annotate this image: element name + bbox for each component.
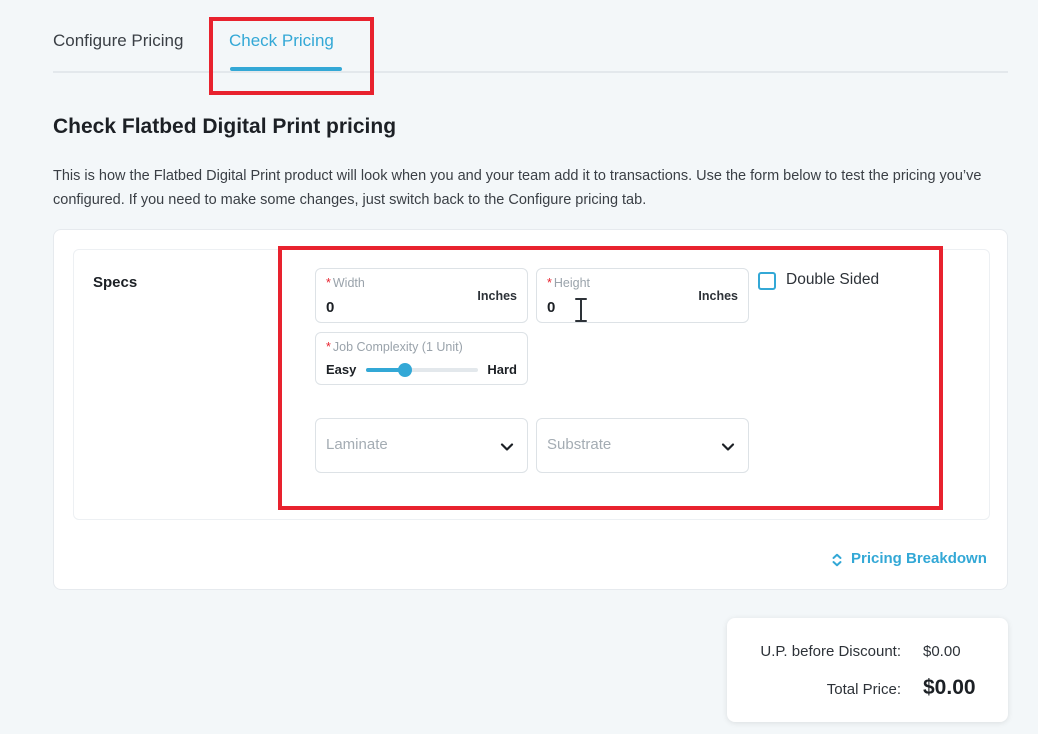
required-marker: * xyxy=(326,276,331,290)
height-input-value[interactable]: 0 xyxy=(547,299,555,316)
required-marker: * xyxy=(547,276,552,290)
slider-max-label: Hard xyxy=(487,362,517,377)
width-label: * Width xyxy=(326,276,365,290)
height-unit: Inches xyxy=(698,289,738,303)
check-pricing-page: Configure Pricing Check Pricing Check Fl… xyxy=(0,0,1038,734)
job-complexity-field: * Job Complexity (1 Unit) Easy Hard xyxy=(315,332,528,385)
text-cursor-icon xyxy=(575,298,587,322)
substrate-placeholder: Substrate xyxy=(547,436,612,453)
tab-check-pricing[interactable]: Check Pricing xyxy=(229,31,334,51)
slider-thumb[interactable] xyxy=(398,363,413,377)
width-field[interactable]: * Width 0 Inches xyxy=(315,268,528,323)
totals-card: U.P. before Discount: $0.00 Total Price:… xyxy=(727,618,1008,722)
total-price-label: Total Price: xyxy=(826,681,901,698)
width-label-text: Width xyxy=(332,276,365,290)
expand-collapse-icon xyxy=(832,553,842,567)
double-sided-label: Double Sided xyxy=(786,271,880,288)
required-marker: * xyxy=(326,340,331,354)
tab-configure-pricing[interactable]: Configure Pricing xyxy=(53,31,183,51)
laminate-select[interactable]: Laminate xyxy=(315,418,528,473)
pricing-breakdown-label: Pricing Breakdown xyxy=(851,550,987,567)
page-title: Check Flatbed Digital Print pricing xyxy=(53,115,397,138)
laminate-placeholder: Laminate xyxy=(326,436,388,453)
active-tab-indicator xyxy=(230,67,342,71)
height-label-text: Height xyxy=(553,276,591,290)
double-sided-checkbox[interactable] xyxy=(758,272,776,290)
total-price-value: $0.00 xyxy=(923,676,976,699)
page-description: This is how the Flatbed Digital Print pr… xyxy=(53,168,982,208)
width-input-value[interactable]: 0 xyxy=(326,299,334,316)
job-complexity-slider[interactable] xyxy=(366,363,478,377)
slider-min-label: Easy xyxy=(326,362,357,377)
height-field[interactable]: * Height 0 Inches xyxy=(536,268,749,323)
tab-bar: Configure Pricing Check Pricing xyxy=(53,0,1008,73)
height-label: * Height xyxy=(547,276,590,290)
up-before-discount-label: U.P. before Discount: xyxy=(760,643,901,660)
up-before-discount-value: $0.00 xyxy=(923,643,961,660)
job-complexity-label: * Job Complexity (1 Unit) xyxy=(326,340,463,354)
width-unit: Inches xyxy=(477,289,517,303)
job-complexity-label-text: Job Complexity (1 Unit) xyxy=(332,340,463,354)
substrate-select[interactable]: Substrate xyxy=(536,418,749,473)
specs-section: Specs xyxy=(73,249,990,520)
specs-label: Specs xyxy=(93,274,138,291)
chevron-down-icon xyxy=(721,443,735,451)
chevron-down-icon xyxy=(500,443,514,451)
